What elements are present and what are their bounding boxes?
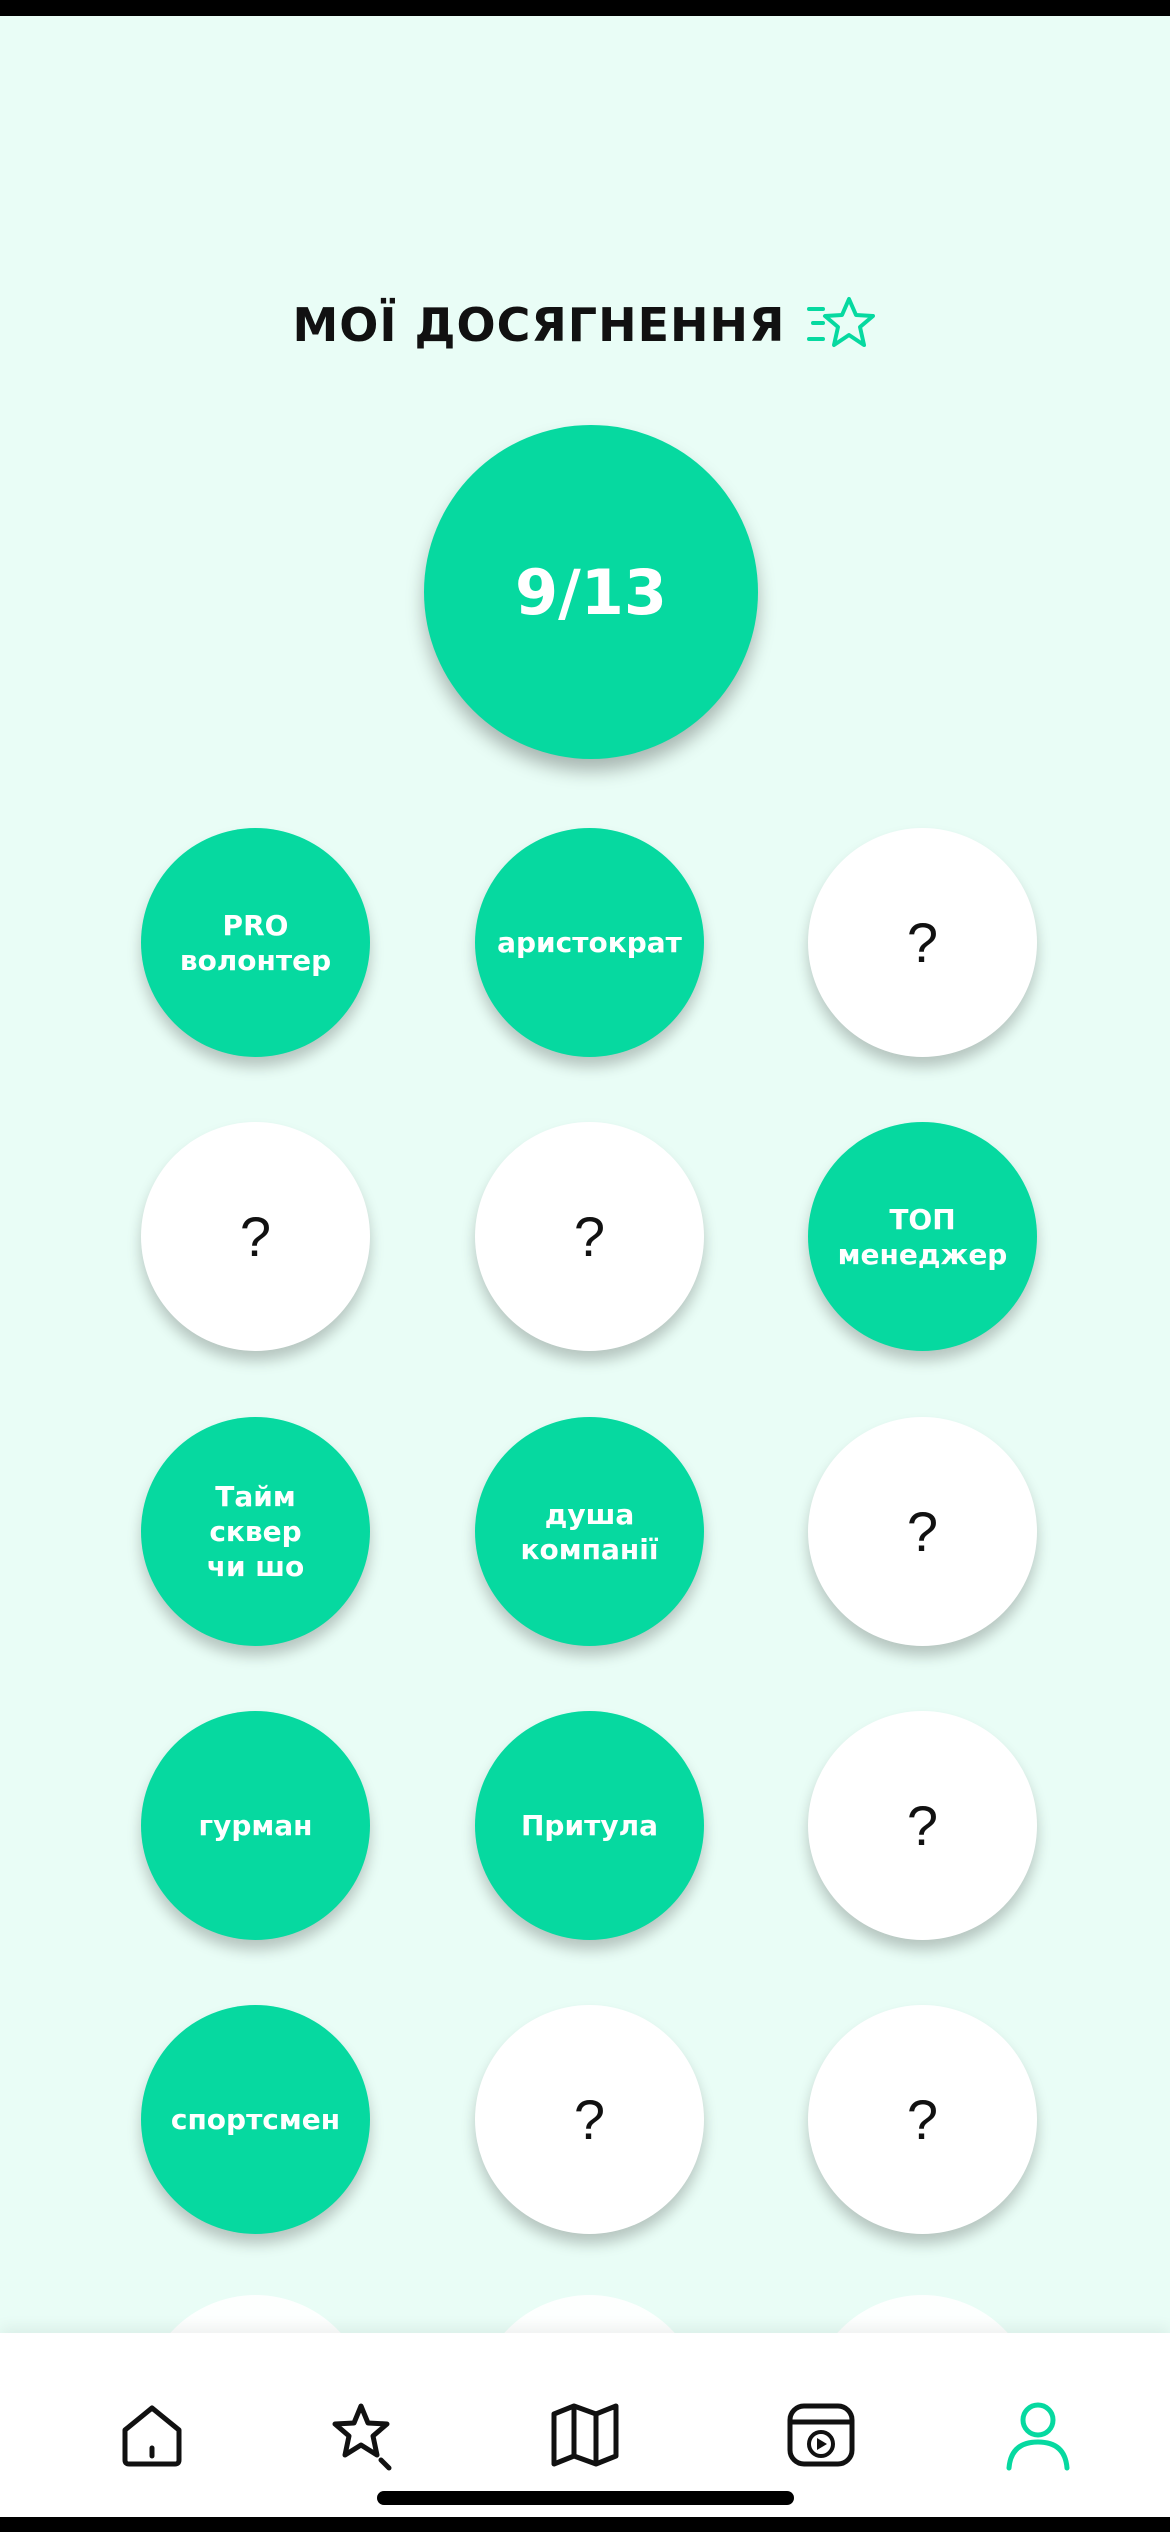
achievement-label: гурман xyxy=(198,1809,313,1842)
achievement-label: ? xyxy=(906,1794,939,1857)
achievement-badge-locked[interactable]: ? xyxy=(141,1122,370,1351)
achievements-screen: МОЇ ДОСЯГНЕННЯ 9/13 PRO волонтер аристокр… xyxy=(0,0,1170,2532)
achievement-label: ? xyxy=(906,1500,939,1563)
screen-bottom-edge xyxy=(0,2517,1170,2532)
page-header: МОЇ ДОСЯГНЕННЯ xyxy=(0,290,1170,360)
achievement-label: спортсмен xyxy=(170,2103,341,2136)
achievement-badge-locked[interactable]: ? xyxy=(475,2005,704,2234)
achievement-badge-earned[interactable]: Тайм сквер чи шо xyxy=(141,1417,370,1646)
video-icon xyxy=(787,2403,855,2467)
achievement-label: ? xyxy=(573,1205,606,1268)
achievement-badge-earned[interactable]: душа компанії xyxy=(475,1417,704,1646)
tab-map[interactable] xyxy=(540,2390,630,2480)
achievement-badge-locked[interactable]: ? xyxy=(808,1711,1037,1940)
achievement-badge-locked[interactable]: ? xyxy=(808,1417,1037,1646)
achievement-label: Тайм сквер чи шо xyxy=(206,1480,305,1583)
page-title: МОЇ ДОСЯГНЕННЯ xyxy=(292,298,786,352)
achievement-badge-earned[interactable]: ТОП менеджер xyxy=(808,1122,1037,1351)
tab-profile[interactable] xyxy=(993,2390,1083,2480)
achievement-label: душа компанії xyxy=(520,1497,659,1566)
achievement-label: ? xyxy=(573,2088,606,2151)
profile-icon xyxy=(1006,2402,1070,2471)
achievement-label: ТОП менеджер xyxy=(837,1202,1008,1271)
achievement-label: ? xyxy=(906,2088,939,2151)
tab-achievements[interactable] xyxy=(317,2390,407,2480)
achievement-label: PRO волонтер xyxy=(179,908,332,977)
achievement-label: аристократ xyxy=(497,926,682,959)
achievement-label: ? xyxy=(906,911,939,974)
status-bar xyxy=(0,0,1170,16)
achievement-badge-earned[interactable]: PRO волонтер xyxy=(141,828,370,1057)
tab-video[interactable] xyxy=(776,2390,866,2480)
home-indicator xyxy=(377,2491,794,2505)
achievement-badge-earned[interactable]: гурман xyxy=(141,1711,370,1940)
achievement-badge-earned[interactable]: аристократ xyxy=(475,828,704,1057)
achievement-label: ? xyxy=(239,1205,272,1268)
achievement-badge-locked[interactable]: ? xyxy=(808,2005,1037,2234)
star-achievement-icon xyxy=(807,297,876,347)
achievement-badge-earned[interactable]: Притула xyxy=(475,1711,704,1940)
tab-home[interactable] xyxy=(107,2390,197,2480)
achievement-badge-earned[interactable]: спортсмен xyxy=(141,2005,370,2234)
home-icon xyxy=(122,2405,182,2467)
achievement-badge-locked[interactable]: ? xyxy=(808,828,1037,1057)
map-icon xyxy=(551,2403,619,2467)
achievement-progress-circle: 9/13 xyxy=(424,425,758,759)
achievement-badge-locked[interactable]: ? xyxy=(475,1122,704,1351)
progress-label: 9/13 xyxy=(514,555,668,629)
star-search-icon xyxy=(332,2403,392,2471)
achievement-label: Притула xyxy=(521,1809,658,1842)
